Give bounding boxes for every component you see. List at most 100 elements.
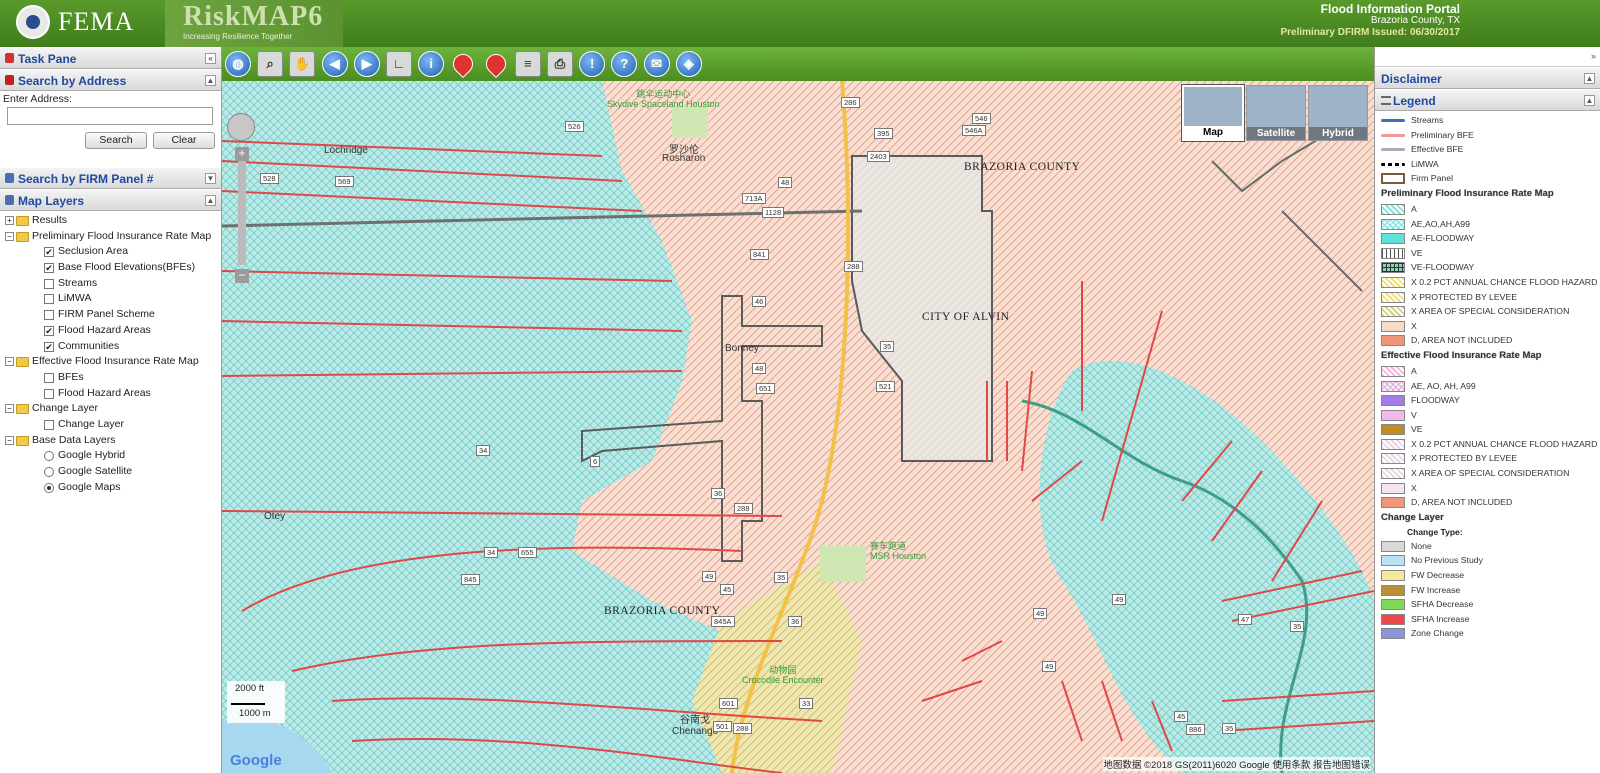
highway-shield: 35 [1222, 723, 1237, 734]
layer-row[interactable]: ✔ Seclusion Area [0, 244, 221, 260]
legend-header[interactable]: Legend ▲ [1375, 89, 1600, 111]
forward-icon[interactable]: ▶ [353, 51, 380, 77]
layers-icon[interactable]: ◈ [675, 51, 702, 77]
globe-icon[interactable]: ◍ [225, 51, 251, 77]
collapse-icon[interactable]: − [5, 435, 14, 445]
map-layers-header[interactable]: Map Layers ▲ [0, 189, 221, 211]
map-canvas[interactable]: BRAZORIA COUNTY BRAZORIA COUNTY CITY OF … [222, 81, 1374, 773]
measure-icon[interactable]: ∟ [386, 51, 412, 77]
layer-checkbox[interactable] [44, 310, 54, 321]
change-legend-heading: Change Layer [1381, 511, 1444, 523]
layer-row[interactable]: − Preliminary Flood Insurance Rate Map [0, 229, 221, 245]
layer-row[interactable]: − Effective Flood Insurance Rate Map [0, 354, 221, 370]
chenango-place: 谷南戈 Chenango [672, 715, 718, 737]
zoom-control[interactable]: + − [227, 113, 255, 283]
layer-checkbox[interactable] [44, 278, 54, 289]
collapse-layers-icon[interactable]: ▲ [205, 195, 216, 206]
search-button[interactable]: Search [85, 132, 147, 149]
layer-label: Flood Hazard Areas [58, 386, 151, 399]
legend-label: X PROTECTED BY LEVEE [1411, 453, 1518, 464]
zoom-slider[interactable] [238, 161, 246, 265]
map-type-map[interactable]: Map [1182, 85, 1244, 141]
collapse-left-icon[interactable]: « [205, 53, 216, 64]
pan-hand-icon[interactable]: ✋ [289, 51, 316, 77]
layer-row[interactable]: Google Satellite [0, 464, 221, 480]
legend-label: X AREA OF SPECIAL CONSIDERATION [1411, 468, 1570, 479]
list-icon[interactable]: ≡ [514, 51, 541, 77]
prelim-legend-heading: Preliminary Flood Insurance Rate Map [1381, 187, 1554, 199]
search-by-address-header[interactable]: Search by Address ▲ [0, 69, 221, 91]
legend-swatch [1381, 599, 1405, 611]
croc-poi[interactable]: 动物园 Crocodile Encounter [742, 665, 824, 685]
collapse-right-icon[interactable]: » [1591, 51, 1596, 61]
layer-row[interactable]: Google Hybrid [0, 448, 221, 464]
layer-row[interactable]: BFEs [0, 370, 221, 386]
collapse-icon[interactable]: − [5, 404, 14, 414]
legend-label: X 0.2 PCT ANNUAL CHANCE FLOOD HAZARD [1411, 438, 1598, 449]
collapse-icon[interactable]: − [5, 357, 14, 367]
skydive-poi[interactable]: 跳伞运动中心 Skydive Spaceland Houston [607, 89, 720, 109]
msr-poi[interactable]: 赛车跑道 MSR Houston [870, 541, 926, 561]
zoom-out-button[interactable]: − [235, 269, 249, 283]
print-icon[interactable]: ⎙ [547, 51, 573, 77]
collapse-address-icon[interactable]: ▲ [205, 75, 216, 86]
layer-radio[interactable] [44, 467, 54, 477]
legend-swatch [1381, 584, 1405, 596]
layer-row[interactable]: Flood Hazard Areas [0, 386, 221, 402]
layer-row[interactable]: LiMWA [0, 291, 221, 307]
layer-checkbox[interactable] [44, 419, 54, 430]
collapse-legend-icon[interactable]: ▲ [1584, 95, 1595, 106]
legend-swatch [1381, 380, 1405, 392]
layer-row[interactable]: ✔ Base Flood Elevations(BFEs) [0, 260, 221, 276]
layer-checkbox[interactable] [44, 372, 54, 383]
layer-radio[interactable] [44, 482, 54, 493]
layer-row[interactable]: + Results [0, 213, 221, 229]
legend-item: X [1381, 481, 1600, 496]
add-pin-icon[interactable] [449, 49, 478, 79]
layer-row[interactable]: Google Maps [0, 480, 221, 496]
layer-checkbox[interactable]: ✔ [44, 247, 54, 258]
layer-row[interactable]: Change Layer [0, 417, 221, 433]
back-icon[interactable]: ◀ [321, 51, 348, 77]
address-input[interactable] [7, 107, 213, 125]
layer-checkbox[interactable] [44, 388, 54, 399]
map-type-satellite[interactable]: Satellite [1246, 85, 1306, 141]
collapse-icon[interactable]: − [5, 231, 14, 241]
comment-icon[interactable]: ✉ [643, 51, 670, 77]
layer-row[interactable]: − Base Data Layers [0, 433, 221, 449]
legend-label: A [1411, 203, 1417, 214]
layer-row[interactable]: − Change Layer [0, 401, 221, 417]
pan-control-icon[interactable] [227, 113, 255, 141]
layer-row[interactable]: Streams [0, 276, 221, 292]
layer-checkbox[interactable]: ✔ [44, 341, 54, 352]
portal-info: Flood Information Portal Brazoria County… [1280, 3, 1460, 39]
layer-row[interactable]: FIRM Panel Scheme [0, 307, 221, 323]
expand-panel-search-icon[interactable]: ▼ [205, 173, 216, 184]
info-icon[interactable]: i [418, 51, 445, 77]
map-attribution[interactable]: 地图数据 ©2018 GS(2011)6020 Google 使用条款 报告地图… [1103, 757, 1370, 771]
map-type-label: Satellite [1247, 127, 1305, 140]
clear-button[interactable]: Clear [153, 132, 215, 149]
alert-icon[interactable]: ! [579, 51, 606, 77]
legend-label: None [1411, 540, 1432, 551]
task-pane-header[interactable]: Task Pane « [0, 47, 221, 69]
highway-shield: 46 [752, 296, 767, 307]
search-by-panel-header[interactable]: Search by FIRM Panel # ▼ [0, 167, 221, 189]
collapse-disclaimer-icon[interactable]: ▲ [1584, 73, 1595, 84]
layer-checkbox[interactable]: ✔ [44, 263, 54, 274]
map-type-hybrid[interactable]: Hybrid [1308, 85, 1368, 141]
zoom-in-icon[interactable]: ⌕ [257, 51, 284, 77]
croc-label: Crocodile Encounter [742, 675, 824, 685]
layer-checkbox[interactable]: ✔ [44, 325, 54, 336]
zoom-in-button[interactable]: + [235, 147, 249, 161]
layer-checkbox[interactable] [44, 294, 54, 305]
disclaimer-header[interactable]: Disclaimer ▲ [1375, 67, 1600, 89]
layer-row[interactable]: ✔ Flood Hazard Areas [0, 323, 221, 339]
layer-row[interactable]: ✔ Communities [0, 339, 221, 355]
help-icon[interactable]: ? [611, 51, 638, 77]
layer-radio[interactable] [44, 451, 54, 462]
pin-icon[interactable] [481, 49, 510, 79]
map-toolbar: ◍ ⌕ ✋ ◀ ▶ ∟ i ≡ ⎙!? ✉ ◈ [222, 47, 1374, 81]
issued-date: Preliminary DFIRM Issued: 06/30/2017 [1280, 27, 1460, 38]
expand-icon[interactable]: + [5, 216, 14, 225]
